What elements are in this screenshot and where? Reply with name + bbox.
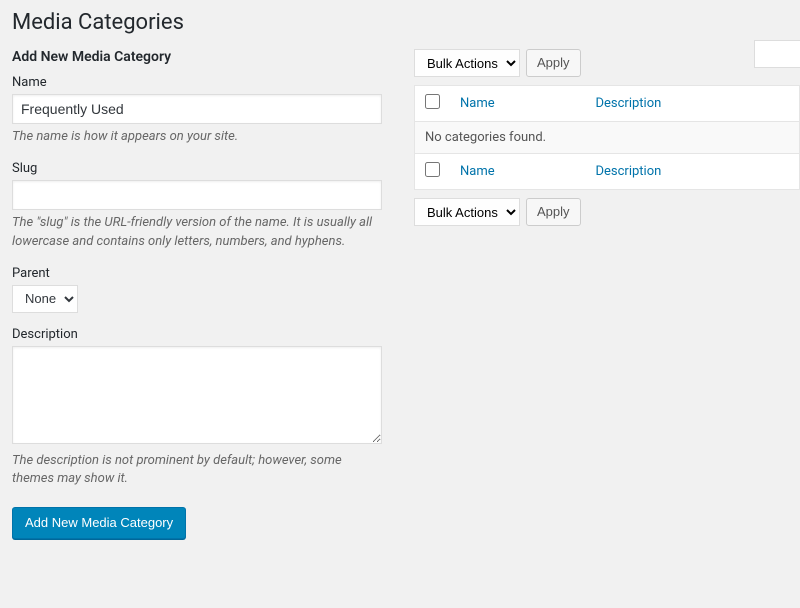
description-sort-link[interactable]: Description bbox=[595, 96, 661, 111]
slug-hint: The "slug" is the URL-friendly version o… bbox=[12, 214, 382, 252]
name-label: Name bbox=[12, 75, 382, 90]
select-all-header bbox=[415, 86, 451, 122]
parent-select[interactable]: None bbox=[12, 285, 78, 313]
slug-input[interactable] bbox=[12, 180, 382, 210]
name-hint: The name is how it appears on your site. bbox=[12, 128, 382, 147]
table-empty-message: No categories found. bbox=[415, 122, 800, 154]
table-empty-row: No categories found. bbox=[415, 122, 800, 154]
form-heading: Add New Media Category bbox=[12, 49, 382, 65]
description-column-footer: Description bbox=[585, 154, 799, 190]
parent-label: Parent bbox=[12, 266, 382, 281]
apply-bottom-button[interactable]: Apply bbox=[526, 198, 581, 226]
bulk-actions-top[interactable]: Bulk Actions bbox=[414, 49, 520, 77]
slug-label: Slug bbox=[12, 161, 382, 176]
description-column-header: Description bbox=[585, 86, 799, 122]
select-all-top[interactable] bbox=[425, 94, 440, 109]
select-all-footer bbox=[415, 154, 451, 190]
bulk-actions-bottom[interactable]: Bulk Actions bbox=[414, 198, 520, 226]
name-sort-link[interactable]: Name bbox=[460, 96, 495, 111]
description-textarea[interactable] bbox=[12, 346, 382, 444]
description-label: Description bbox=[12, 327, 382, 342]
name-sort-link-bottom[interactable]: Name bbox=[460, 164, 495, 179]
name-input[interactable] bbox=[12, 94, 382, 124]
search-box[interactable] bbox=[754, 40, 800, 68]
description-hint: The description is not prominent by defa… bbox=[12, 452, 382, 490]
name-column-footer: Name bbox=[450, 154, 585, 190]
name-column-header: Name bbox=[450, 86, 585, 122]
categories-table: Name Description No categories found. Na… bbox=[414, 85, 800, 190]
select-all-bottom[interactable] bbox=[425, 162, 440, 177]
submit-button[interactable]: Add New Media Category bbox=[12, 507, 186, 539]
apply-top-button[interactable]: Apply bbox=[526, 49, 581, 77]
description-sort-link-bottom[interactable]: Description bbox=[595, 164, 661, 179]
page-title: Media Categories bbox=[12, 10, 800, 35]
